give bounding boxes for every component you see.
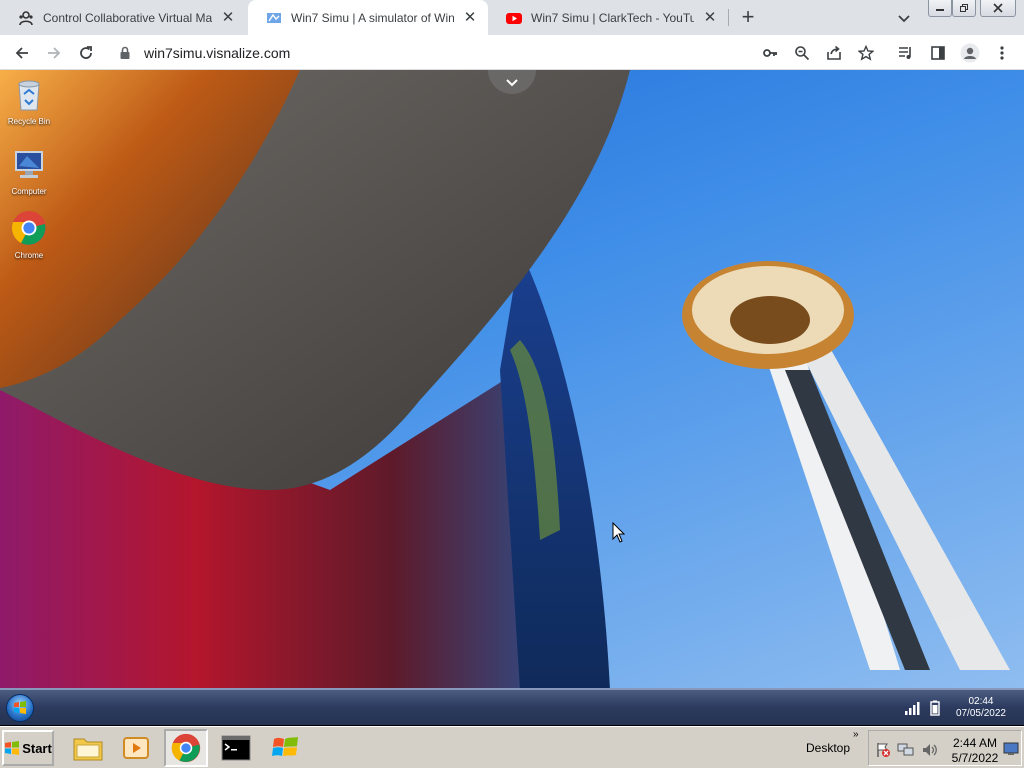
host-taskbar: Start Desktop » 2:44 AM 5/7/2022 [0, 726, 1024, 768]
url-text: win7simu.visnalize.com [144, 45, 291, 61]
tab-separator [728, 9, 729, 26]
share-button[interactable] [822, 41, 846, 65]
desktop-icon-chrome[interactable]: Chrome [4, 210, 54, 260]
mouse-cursor-icon [612, 522, 626, 543]
signal-icon[interactable] [904, 701, 922, 715]
desktop-toolbar-label[interactable]: Desktop [806, 741, 850, 755]
password-key-button[interactable] [758, 41, 782, 65]
show-desktop-icon[interactable] [1003, 742, 1019, 756]
tab-control-collaborative[interactable]: Control Collaborative Virtual Machine ✕ [0, 0, 246, 35]
chevron-down-icon [506, 79, 518, 87]
media-player-icon [123, 737, 149, 759]
taskbar-app-windows[interactable] [264, 729, 308, 767]
recycle-bin-icon [18, 80, 40, 111]
host-clock[interactable]: 2:44 AM 5/7/2022 [947, 736, 1003, 766]
command-prompt-icon [221, 735, 251, 761]
avatar-icon [960, 43, 980, 63]
windows-flag-icon [5, 741, 20, 755]
start-button[interactable]: Start [2, 730, 54, 766]
user-group-icon [19, 10, 33, 25]
windows-logo-icon [14, 701, 26, 714]
restore-button[interactable] [952, 0, 976, 17]
host-system-tray: 2:44 AM 5/7/2022 [868, 730, 1022, 766]
restore-icon [960, 4, 968, 12]
minimize-button[interactable] [928, 0, 952, 17]
host-clock-time: 2:44 AM [952, 736, 998, 750]
tab-label: Control Collaborative Virtual Machine [43, 10, 212, 25]
reload-icon [80, 46, 92, 59]
chrome-icon [11, 211, 46, 245]
desktop-icon-computer[interactable]: Computer [4, 146, 54, 196]
win7-clock[interactable]: 02:44 07/05/2022 [948, 696, 1024, 720]
action-center-flag-icon[interactable] [875, 742, 891, 758]
bookmark-button[interactable] [854, 41, 878, 65]
tab-search-icon[interactable] [895, 9, 913, 27]
close-icon[interactable]: ✕ [462, 9, 478, 26]
lock-icon [120, 46, 130, 59]
menu-button[interactable] [990, 41, 1014, 65]
tab-label: Win7 Simu | A simulator of Windows 7 [291, 10, 454, 25]
zoom-out-icon [795, 46, 810, 61]
star-icon [858, 45, 874, 61]
media-control-button[interactable] [894, 41, 918, 65]
taskbar-app-chrome[interactable] [164, 729, 208, 767]
tab-win7simu[interactable]: Win7 Simu | A simulator of Windows 7 ✕ [248, 0, 488, 35]
side-panel-icon [931, 46, 945, 60]
win7simu-icon [267, 12, 281, 23]
arrow-right-icon [48, 47, 61, 59]
playlist-icon [899, 47, 911, 59]
win7-system-tray: 02:44 07/05/2022 [904, 690, 1024, 726]
host-clock-date: 5/7/2022 [951, 751, 999, 765]
youtube-icon [506, 12, 522, 24]
zoom-button[interactable] [790, 41, 814, 65]
win7-taskbar: 02:44 07/05/2022 [0, 689, 1024, 725]
browser-toolbar: win7simu.visnalize.com [0, 35, 1024, 70]
space-needle [682, 261, 1010, 670]
desktop-icon-label: Chrome [14, 251, 44, 260]
windows-logo-icon [272, 737, 298, 756]
chrome-icon [171, 733, 201, 763]
start-label: Start [22, 740, 52, 756]
arrow-left-icon [15, 47, 28, 59]
key-icon [763, 49, 777, 57]
volume-icon[interactable] [921, 742, 939, 758]
win7-desktop[interactable]: Recycle Bin Computer Chrome [0, 70, 1024, 690]
network-icon[interactable] [897, 742, 915, 758]
computer-icon [15, 151, 43, 178]
back-button[interactable] [10, 41, 34, 65]
new-tab-button[interactable]: + [736, 6, 760, 30]
folder-icon [73, 738, 103, 761]
win7-start-orb[interactable] [6, 694, 34, 722]
taskbar-app-media-player[interactable] [114, 729, 158, 767]
side-panel-button[interactable] [926, 41, 950, 65]
close-icon[interactable]: ✕ [702, 9, 718, 26]
win7-clock-date: 07/05/2022 [955, 708, 1006, 719]
tab-youtube[interactable]: Win7 Simu | ClarkTech - YouTube ✕ [488, 0, 728, 35]
kebab-menu-icon [1000, 46, 1004, 60]
profile-button[interactable] [958, 41, 982, 65]
desktop-icon-label: Recycle Bin [7, 117, 51, 126]
wallpaper-image [0, 70, 1010, 690]
battery-icon[interactable] [930, 700, 940, 716]
share-icon [827, 45, 841, 60]
close-icon [993, 3, 1003, 13]
tab-strip: Control Collaborative Virtual Machine ✕ … [0, 0, 1024, 35]
tab-label: Win7 Simu | ClarkTech - YouTube [531, 10, 694, 25]
reload-button[interactable] [74, 41, 98, 65]
taskbar-app-explorer[interactable] [66, 729, 110, 767]
minimize-icon [936, 9, 944, 11]
toolbar-chevron[interactable]: » [853, 729, 859, 740]
desktop-icon-recycle-bin[interactable]: Recycle Bin [4, 76, 54, 126]
win7-clock-time: 02:44 [968, 696, 994, 707]
desktop-icon-label: Computer [11, 187, 47, 196]
close-icon[interactable]: ✕ [220, 9, 236, 26]
taskbar-app-command-prompt[interactable] [214, 729, 258, 767]
forward-button[interactable] [42, 41, 66, 65]
close-window-button[interactable] [980, 0, 1016, 17]
